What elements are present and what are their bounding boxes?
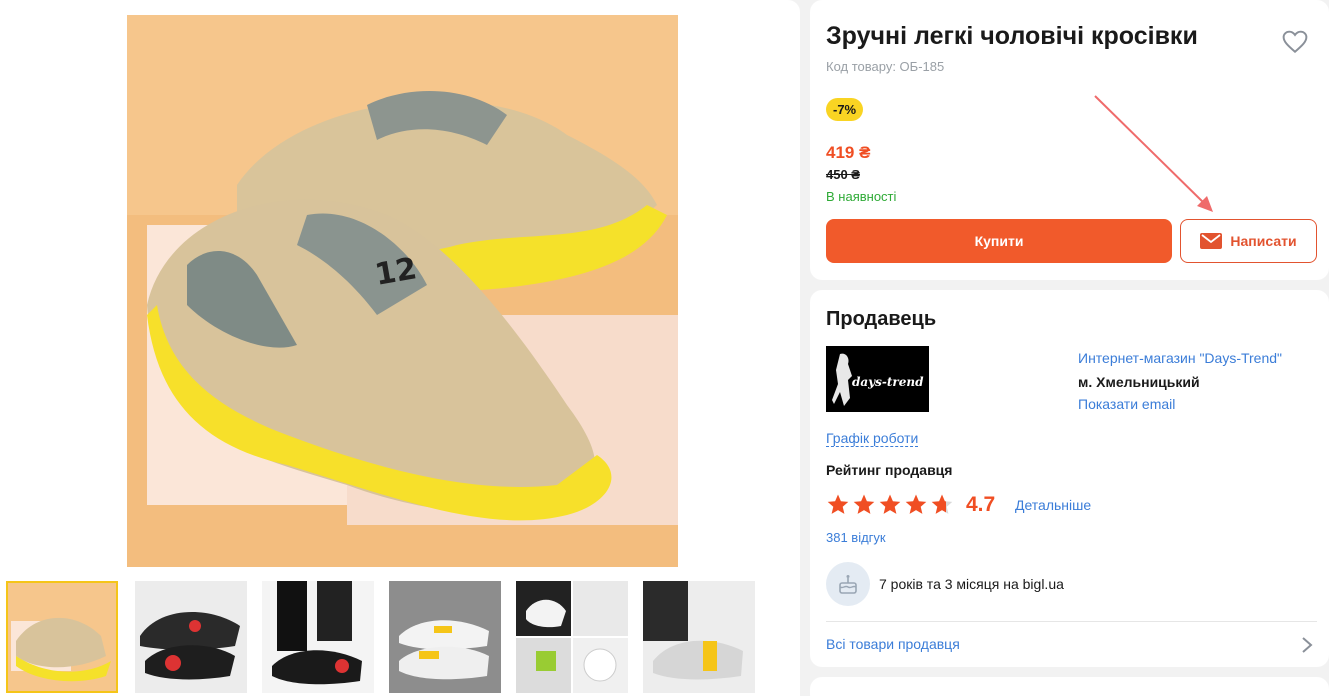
seller-logo[interactable]: days-trend (826, 346, 929, 412)
cake-icon (826, 562, 870, 606)
product-title: Зручні легкі чоловічі кросівки (826, 22, 1198, 50)
heart-icon[interactable] (1282, 30, 1308, 54)
write-message-label: Написати (1230, 233, 1297, 249)
chevron-right-icon[interactable] (1300, 636, 1314, 654)
star-icon (905, 494, 927, 514)
mail-icon (1200, 233, 1223, 249)
reviews-count-link[interactable]: 381 відгук (826, 530, 886, 545)
divider (826, 621, 1317, 622)
product-info-card: Зручні легкі чоловічі кросівки Код товар… (810, 0, 1329, 280)
main-product-photo[interactable]: 12 (127, 15, 678, 567)
current-price: 419 ₴ (826, 143, 871, 162)
thumbnail-1[interactable] (6, 581, 118, 693)
star-icon (879, 494, 901, 514)
availability-status: В наявності (826, 189, 897, 204)
rating-value: 4.7 (966, 493, 996, 516)
thumbnail-4[interactable] (389, 581, 501, 693)
buy-button[interactable]: Купити (826, 219, 1172, 263)
thumbnail-2[interactable] (135, 581, 247, 693)
svg-text:12: 12 (372, 251, 419, 293)
write-message-button[interactable]: Написати (1180, 219, 1317, 263)
all-seller-goods-link[interactable]: Всі товари продавця (826, 636, 960, 652)
product-gallery: 12 (0, 0, 800, 696)
seller-city: м. Хмельницький (1078, 374, 1200, 390)
thumbnail-3[interactable] (262, 581, 374, 693)
rating-stars (826, 493, 954, 517)
seller-tenure: 7 років та 3 місяця на bigl.ua (879, 576, 1064, 592)
star-icon (853, 494, 875, 514)
next-section-card (810, 677, 1329, 696)
star-icon (827, 494, 849, 514)
show-email-link[interactable]: Показати email (1078, 396, 1175, 412)
thumbnail-5[interactable] (516, 581, 628, 693)
thumbnail-6[interactable] (643, 581, 755, 693)
work-schedule-link[interactable]: Графік роботи (826, 430, 919, 447)
discount-badge: -7% (826, 98, 864, 121)
product-code: Код товару: ОБ-185 (826, 59, 945, 74)
old-price: 450 ₴ (826, 167, 860, 182)
rating-details-link[interactable]: Детальніше (1015, 497, 1091, 513)
seller-name-link[interactable]: Интернет-магазин "Days-Trend" (1078, 350, 1282, 366)
seller-heading: Продавець (826, 308, 937, 330)
rating-heading: Рейтинг продавця (826, 462, 953, 478)
seller-logo-text: days-trend (852, 375, 924, 389)
star-icon (931, 494, 953, 514)
seller-card: Продавець days-trend Интернет-магазин "D… (810, 290, 1329, 667)
